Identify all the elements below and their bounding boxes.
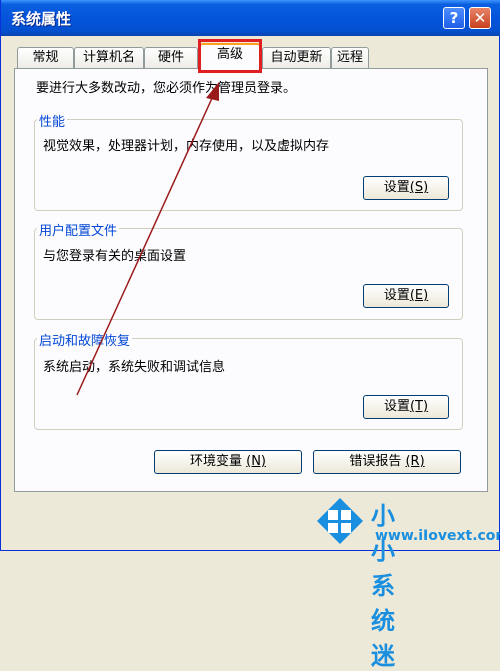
system-properties-window: 系统属性 ? ✕ 常规 计算机名 硬件 高级 自动更新 远程 要进行大多数改动，… bbox=[0, 0, 500, 670]
annotation-arrow-icon bbox=[76, 82, 219, 396]
